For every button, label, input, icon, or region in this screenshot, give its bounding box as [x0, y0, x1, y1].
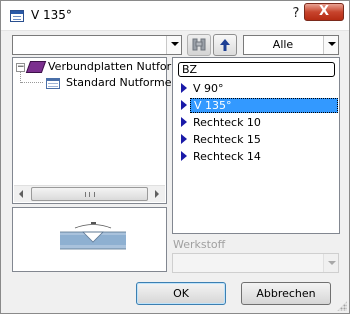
up-level-button[interactable] — [213, 34, 237, 56]
triangle-right-icon — [181, 134, 187, 144]
filter-combo[interactable]: Alle — [243, 35, 339, 55]
werkstoff-label: Werkstoff — [173, 238, 226, 251]
triangle-right-icon — [181, 117, 187, 127]
scroll-right-icon[interactable] — [149, 186, 165, 202]
list-item-selected[interactable]: V 135° — [177, 97, 339, 114]
path-combo[interactable] — [12, 35, 182, 55]
close-button[interactable]: X — [304, 3, 344, 21]
tree-item-verbundplatten[interactable]: Verbundplatten Nutform — [48, 60, 182, 73]
triangle-right-icon — [181, 100, 187, 110]
list-item[interactable]: Rechteck 14 — [177, 148, 339, 165]
cancel-button[interactable]: Abbrechen — [241, 282, 331, 305]
list-item[interactable]: V 90° — [177, 80, 339, 97]
arrow-up-icon — [220, 39, 230, 51]
collapse-icon[interactable]: − — [16, 63, 25, 72]
groove-preview-image — [60, 222, 126, 250]
list-filter-input[interactable]: BZ — [178, 62, 335, 77]
table-icon — [10, 10, 24, 22]
binoculars-button[interactable] — [187, 34, 211, 56]
list-item[interactable]: Rechteck 10 — [177, 114, 339, 131]
chevron-down-icon[interactable] — [166, 36, 181, 54]
chevron-down-icon[interactable] — [323, 36, 338, 54]
binoculars-icon — [192, 38, 206, 51]
resize-grip-icon[interactable] — [337, 301, 347, 311]
filter-combo-value: Alle — [272, 38, 294, 51]
chevron-down-icon[interactable] — [323, 254, 338, 272]
triangle-right-icon — [181, 83, 187, 93]
shape-list[interactable]: BZ V 90° V 135° Rechteck 10 Rechteck 15 … — [172, 57, 340, 234]
tree-item-standard-nutformen[interactable]: Standard Nutformen — [66, 76, 178, 89]
category-tree[interactable]: − Verbundplatten Nutform Standard Nutfor… — [12, 57, 182, 204]
table-icon — [46, 78, 60, 89]
werkstoff-combo[interactable] — [172, 253, 339, 273]
scroll-left-icon[interactable] — [14, 186, 30, 202]
window-title: V 135° — [31, 8, 72, 22]
shape-preview — [12, 207, 167, 272]
dialog-window: V 135° ? X Alle − Verbundplatten Nutform — [0, 0, 350, 314]
list-item[interactable]: Rechteck 15 — [177, 131, 339, 148]
horizontal-scrollbar[interactable] — [14, 185, 165, 202]
title-bar: V 135° ? X — [1, 1, 349, 31]
triangle-right-icon — [181, 151, 187, 161]
scrollbar-thumb[interactable] — [31, 187, 148, 201]
ok-button[interactable]: OK — [136, 282, 226, 305]
book-icon — [25, 61, 47, 73]
